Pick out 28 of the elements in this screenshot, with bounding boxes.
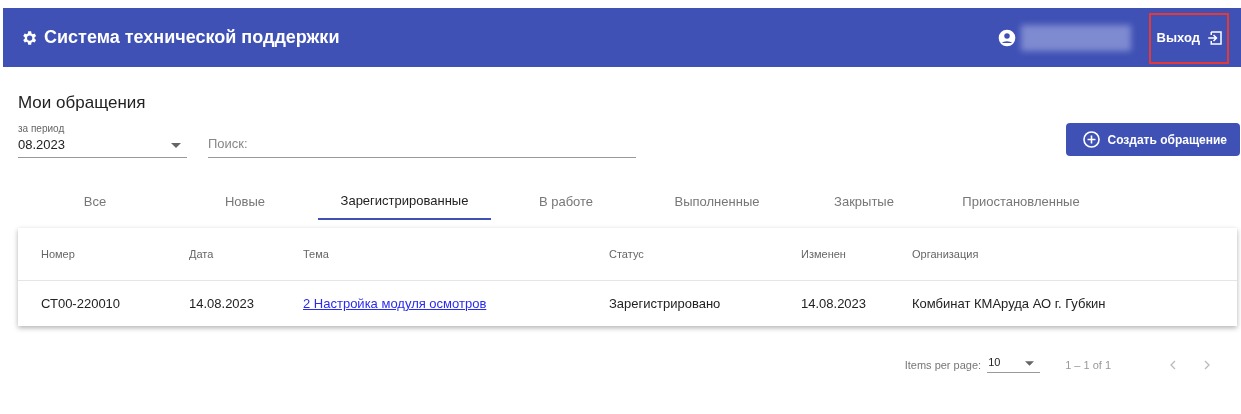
tab[interactable]: Приостановленные: [935, 182, 1107, 220]
column-header: Организация: [912, 248, 979, 260]
tab[interactable]: Новые: [172, 182, 318, 220]
column-header: Изменен: [801, 248, 846, 260]
table-cell: 14.08.2023: [801, 296, 867, 311]
tab[interactable]: Закрытые: [793, 182, 935, 220]
column-header: Дата: [189, 248, 214, 260]
app-title: Система технической поддержки: [44, 27, 340, 48]
page-range: 1 – 1 of 1: [1065, 358, 1111, 371]
search-field[interactable]: Поиск:: [208, 136, 636, 158]
logout-link[interactable]: Выход: [1156, 28, 1224, 47]
page-size-select[interactable]: 10: [987, 356, 1041, 373]
tab[interactable]: В работе: [491, 182, 641, 220]
table-cell: Зарегистрировано: [609, 296, 721, 311]
items-per-page-label: Items per page:: [904, 358, 982, 371]
period-select[interactable]: за период 08.2023: [18, 123, 187, 158]
tab[interactable]: Зарегистрированные: [318, 182, 491, 220]
page-title: Мои обращения: [18, 93, 147, 113]
column-header: Статус: [609, 248, 644, 260]
column-header: Номер: [41, 248, 75, 260]
table-cell: 14.08.2023: [189, 296, 255, 311]
table-cell: СТ00-220010: [41, 296, 121, 311]
tab[interactable]: Выполненные: [641, 182, 793, 220]
column-header: Тема: [303, 248, 329, 260]
create-request-button[interactable]: Создать обращение: [1066, 123, 1240, 156]
tab[interactable]: Все: [18, 182, 172, 220]
subject-link[interactable]: 2 Настройка модуля осмотров: [303, 296, 487, 311]
table-cell: Комбинат КМАруда АО г. Губкин: [912, 296, 1106, 311]
